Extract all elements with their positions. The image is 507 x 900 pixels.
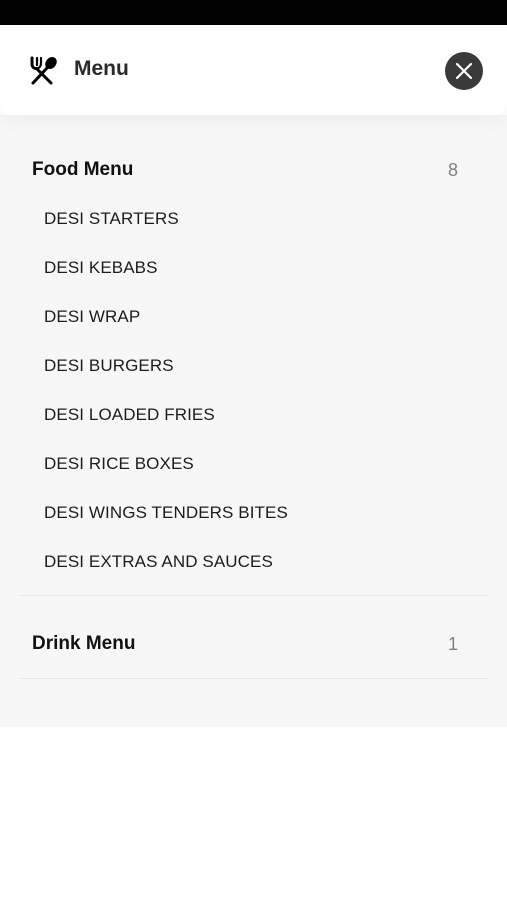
menu-item-desi-burgers[interactable]: DESI BURGERS <box>44 356 174 376</box>
section-count: 1 <box>447 634 458 654</box>
section-divider <box>20 678 488 679</box>
menu-item-desi-starters[interactable]: DESI STARTERS <box>44 209 179 229</box>
close-button[interactable] <box>445 52 483 90</box>
section-title: Food Menu <box>32 159 134 180</box>
page-title: Menu <box>74 57 129 80</box>
cutlery-icon <box>28 55 60 87</box>
close-icon <box>455 62 473 80</box>
menu-item-desi-wings-tenders-bites[interactable]: DESI WINGS TENDERS BITES <box>44 503 288 523</box>
menu-item-desi-extras-and-sauces[interactable]: DESI EXTRAS AND SAUCES <box>44 552 273 572</box>
menu-item-desi-loaded-fries[interactable]: DESI LOADED FRIES <box>44 405 215 425</box>
section-food-menu[interactable]: Food Menu 8 <box>32 156 458 186</box>
status-bar <box>0 0 507 25</box>
menu-item-desi-kebabs[interactable]: DESI KEBABS <box>44 258 158 278</box>
section-divider <box>20 595 488 596</box>
section-drink-menu[interactable]: Drink Menu 1 <box>32 630 458 660</box>
menu-panel: Food Menu 8 DESI STARTERS DESI KEBABS DE… <box>0 115 507 727</box>
section-count: 8 <box>447 160 458 180</box>
menu-item-desi-rice-boxes[interactable]: DESI RICE BOXES <box>44 454 194 474</box>
menu-item-desi-wrap[interactable]: DESI WRAP <box>44 307 140 327</box>
section-title: Drink Menu <box>32 633 136 654</box>
menu-header: Menu <box>0 25 507 115</box>
